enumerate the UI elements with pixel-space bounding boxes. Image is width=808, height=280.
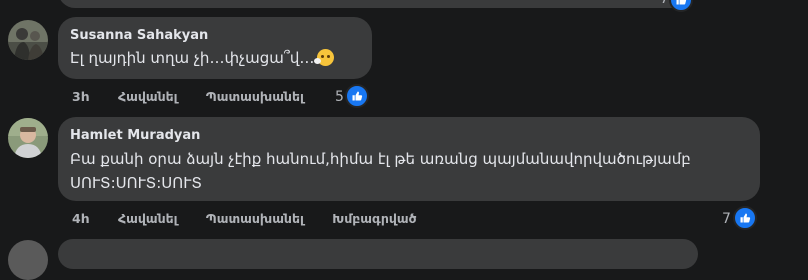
avatar[interactable] — [8, 118, 48, 158]
like-button[interactable]: Հավանել — [118, 211, 178, 226]
edited-label[interactable]: Խմբագրված — [332, 211, 416, 226]
avatar[interactable] — [8, 20, 48, 60]
comment-actions: 4h Հավանել Պատասխանել Խմբագրված — [72, 211, 441, 226]
previous-reaction-count: 7 — [660, 0, 669, 7]
comment-bubble — [58, 17, 372, 79]
comment-author[interactable]: Susanna Sahakyan — [70, 28, 208, 43]
comment-time[interactable]: 4h — [72, 211, 90, 226]
reaction-count[interactable]: 7 — [722, 211, 731, 227]
comment-author[interactable]: Hamlet Muradyan — [70, 128, 200, 143]
reaction-count[interactable]: 5 — [335, 89, 344, 105]
reply-button[interactable]: Պատասխանել — [206, 89, 304, 104]
comment-time[interactable]: 3h — [72, 89, 90, 104]
comment-text-line: ՍՈՒՏ:ՍՈՒՏ:ՍՈՒՏ — [70, 174, 202, 192]
thinking-face-icon — [314, 49, 335, 66]
reply-button[interactable]: Պատասխանել — [206, 211, 304, 226]
comment-text: Էլ ղայդին տղա չի…փչացա՞վ… — [70, 49, 335, 67]
comment-text-line: Բա քանի օրա ձայն չէիք հանում,հիմա էլ թե … — [70, 150, 691, 168]
like-reaction-icon[interactable] — [733, 206, 757, 230]
next-comment-bubble — [58, 239, 698, 269]
comment-actions: 3h Հավանել Պատասխանել — [72, 89, 328, 104]
avatar[interactable] — [8, 240, 48, 280]
previous-comment-bubble — [58, 0, 688, 8]
comment-text-content: Էլ ղայդին տղա չի…փչացա՞վ… — [70, 49, 315, 67]
like-reaction-icon[interactable] — [345, 84, 369, 108]
previous-like-reaction-icon[interactable] — [669, 0, 693, 12]
like-button[interactable]: Հավանել — [118, 89, 178, 104]
